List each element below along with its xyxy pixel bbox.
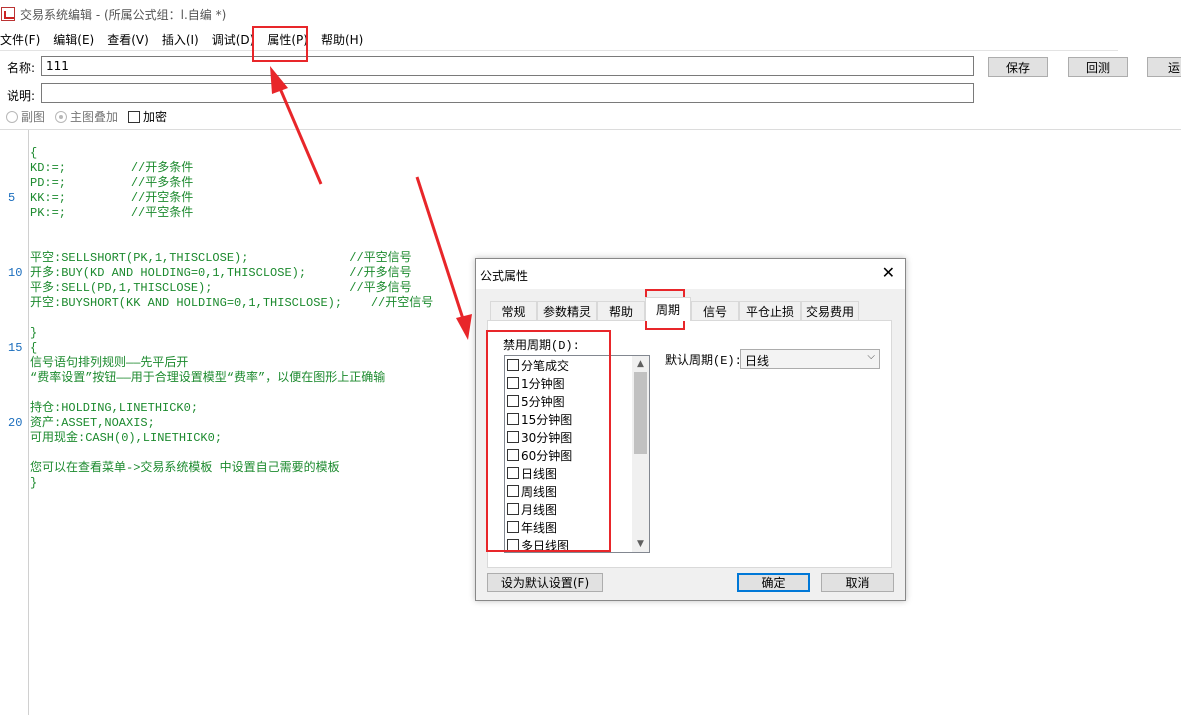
default-period-value: 日线 xyxy=(745,354,770,368)
menu-view[interactable]: 查看(V) xyxy=(107,30,156,50)
desc-input[interactable] xyxy=(41,83,974,103)
dialog-title: 公式属性 xyxy=(480,269,529,283)
line-number-gutter: 5 10 15 20 xyxy=(0,130,29,715)
menu-divider xyxy=(0,50,1118,51)
menu-insert[interactable]: 插入(I) xyxy=(162,30,206,50)
title-bar: 交易系统编辑 - (所属公式组：l.自编 *) xyxy=(0,0,1181,28)
default-period-select[interactable]: 日线 ⌵ xyxy=(740,349,880,369)
line-number: 15 xyxy=(8,341,23,355)
cancel-button[interactable]: 取消 xyxy=(821,573,894,592)
arrow-icon xyxy=(415,176,472,340)
name-input[interactable]: 111 xyxy=(41,56,974,76)
tab-period[interactable]: 周期 xyxy=(645,297,691,321)
code-line: 平空:SELLSHORT(PK,1,THISCLOSE); //平空信号 xyxy=(30,251,412,265)
tab-param-wizard[interactable]: 参数精灵 xyxy=(537,301,597,320)
ok-button[interactable]: 确定 xyxy=(737,573,810,592)
tab-close-stoploss[interactable]: 平仓止损 xyxy=(739,301,801,320)
name-label: 名称: xyxy=(7,61,36,75)
scroll-down-icon[interactable]: ▼ xyxy=(632,536,649,552)
menu-file[interactable]: 文件(F) xyxy=(0,30,47,50)
tab-general[interactable]: 常规 xyxy=(490,301,537,320)
app-icon xyxy=(1,7,15,21)
tab-trade-fees[interactable]: 交易费用 xyxy=(801,301,859,320)
default-period-label: 默认周期(E): xyxy=(665,354,742,368)
code-line: } xyxy=(30,476,38,490)
code-line: { xyxy=(30,341,38,355)
menu-help[interactable]: 帮助(H) xyxy=(321,30,370,50)
tab-signal[interactable]: 信号 xyxy=(691,301,739,320)
code-line: 开空:BUYSHORT(KK AND HOLDING=0,1,THISCLOSE… xyxy=(30,296,434,310)
code-line: 信号语句排列规则——先平后开 xyxy=(30,356,189,370)
encrypt-checkbox[interactable] xyxy=(128,110,141,123)
code-line: PK:=; //平空条件 xyxy=(30,206,194,220)
code-line: 可用现金:CASH(0),LINETHICK0; xyxy=(30,431,223,445)
main-overlay-label: 主图叠加 xyxy=(70,110,119,124)
code-line: 平多:SELL(PD,1,THISCLOSE); //平多信号 xyxy=(30,281,412,295)
sub-chart-label: 副图 xyxy=(21,110,46,124)
list-scrollbar[interactable]: ▲ ▼ xyxy=(632,356,649,552)
save-button[interactable]: 保存 xyxy=(988,57,1048,77)
desc-label: 说明: xyxy=(7,89,36,103)
backtest-button[interactable]: 回测 xyxy=(1068,57,1128,77)
editor-top-border xyxy=(0,129,1181,130)
tab-help[interactable]: 帮助 xyxy=(597,301,645,320)
chevron-down-icon: ⌵ xyxy=(867,351,875,362)
code-line: PD:=; //平多条件 xyxy=(30,176,194,190)
encrypt-label: 加密 xyxy=(143,110,168,124)
line-number: 5 xyxy=(8,191,16,205)
scroll-up-icon[interactable]: ▲ xyxy=(632,356,649,372)
window-title: 交易系统编辑 - (所属公式组：l.自编 *) xyxy=(20,7,227,22)
scroll-thumb[interactable] xyxy=(634,372,647,454)
code-line: 持仓:HOLDING,LINETHICK0; xyxy=(30,401,199,415)
code-line: 资产:ASSET,NOAXIS; xyxy=(30,416,155,430)
annotation-box-properties-menu xyxy=(252,26,308,62)
set-default-button[interactable]: 设为默认设置(F) xyxy=(487,573,603,592)
code-line: 您可以在查看菜单->交易系统模板 中设置自己需要的模板 xyxy=(30,461,340,475)
chart-options: 副图 主图叠加 加密 xyxy=(6,108,167,125)
main-overlay-radio[interactable] xyxy=(55,110,68,123)
annotation-box-period-list xyxy=(486,330,611,552)
code-line: KK:=; //开空条件 xyxy=(30,191,194,205)
menu-bar: 文件(F) 编辑(E) 查看(V) 插入(I) 调试(D) 属性(P) 帮助(H… xyxy=(0,30,376,50)
code-line: KD:=; //开多条件 xyxy=(30,161,194,175)
line-number: 20 xyxy=(8,416,23,430)
code-line: } xyxy=(30,326,38,340)
code-line: “费率设置”按钮——用于合理设置模型“费率”，以便在图形上正确输 xyxy=(30,371,386,385)
sub-chart-radio[interactable] xyxy=(6,110,18,123)
run-button[interactable]: 运 xyxy=(1147,57,1181,77)
code-line: 开多:BUY(KD AND HOLDING=0,1,THISCLOSE); //… xyxy=(30,266,412,280)
menu-edit[interactable]: 编辑(E) xyxy=(53,30,101,50)
close-icon[interactable]: ✕ xyxy=(882,264,895,282)
dialog-title-bar: 公式属性 ✕ xyxy=(476,259,905,289)
line-number: 10 xyxy=(8,266,23,280)
code-line: { xyxy=(30,146,38,160)
